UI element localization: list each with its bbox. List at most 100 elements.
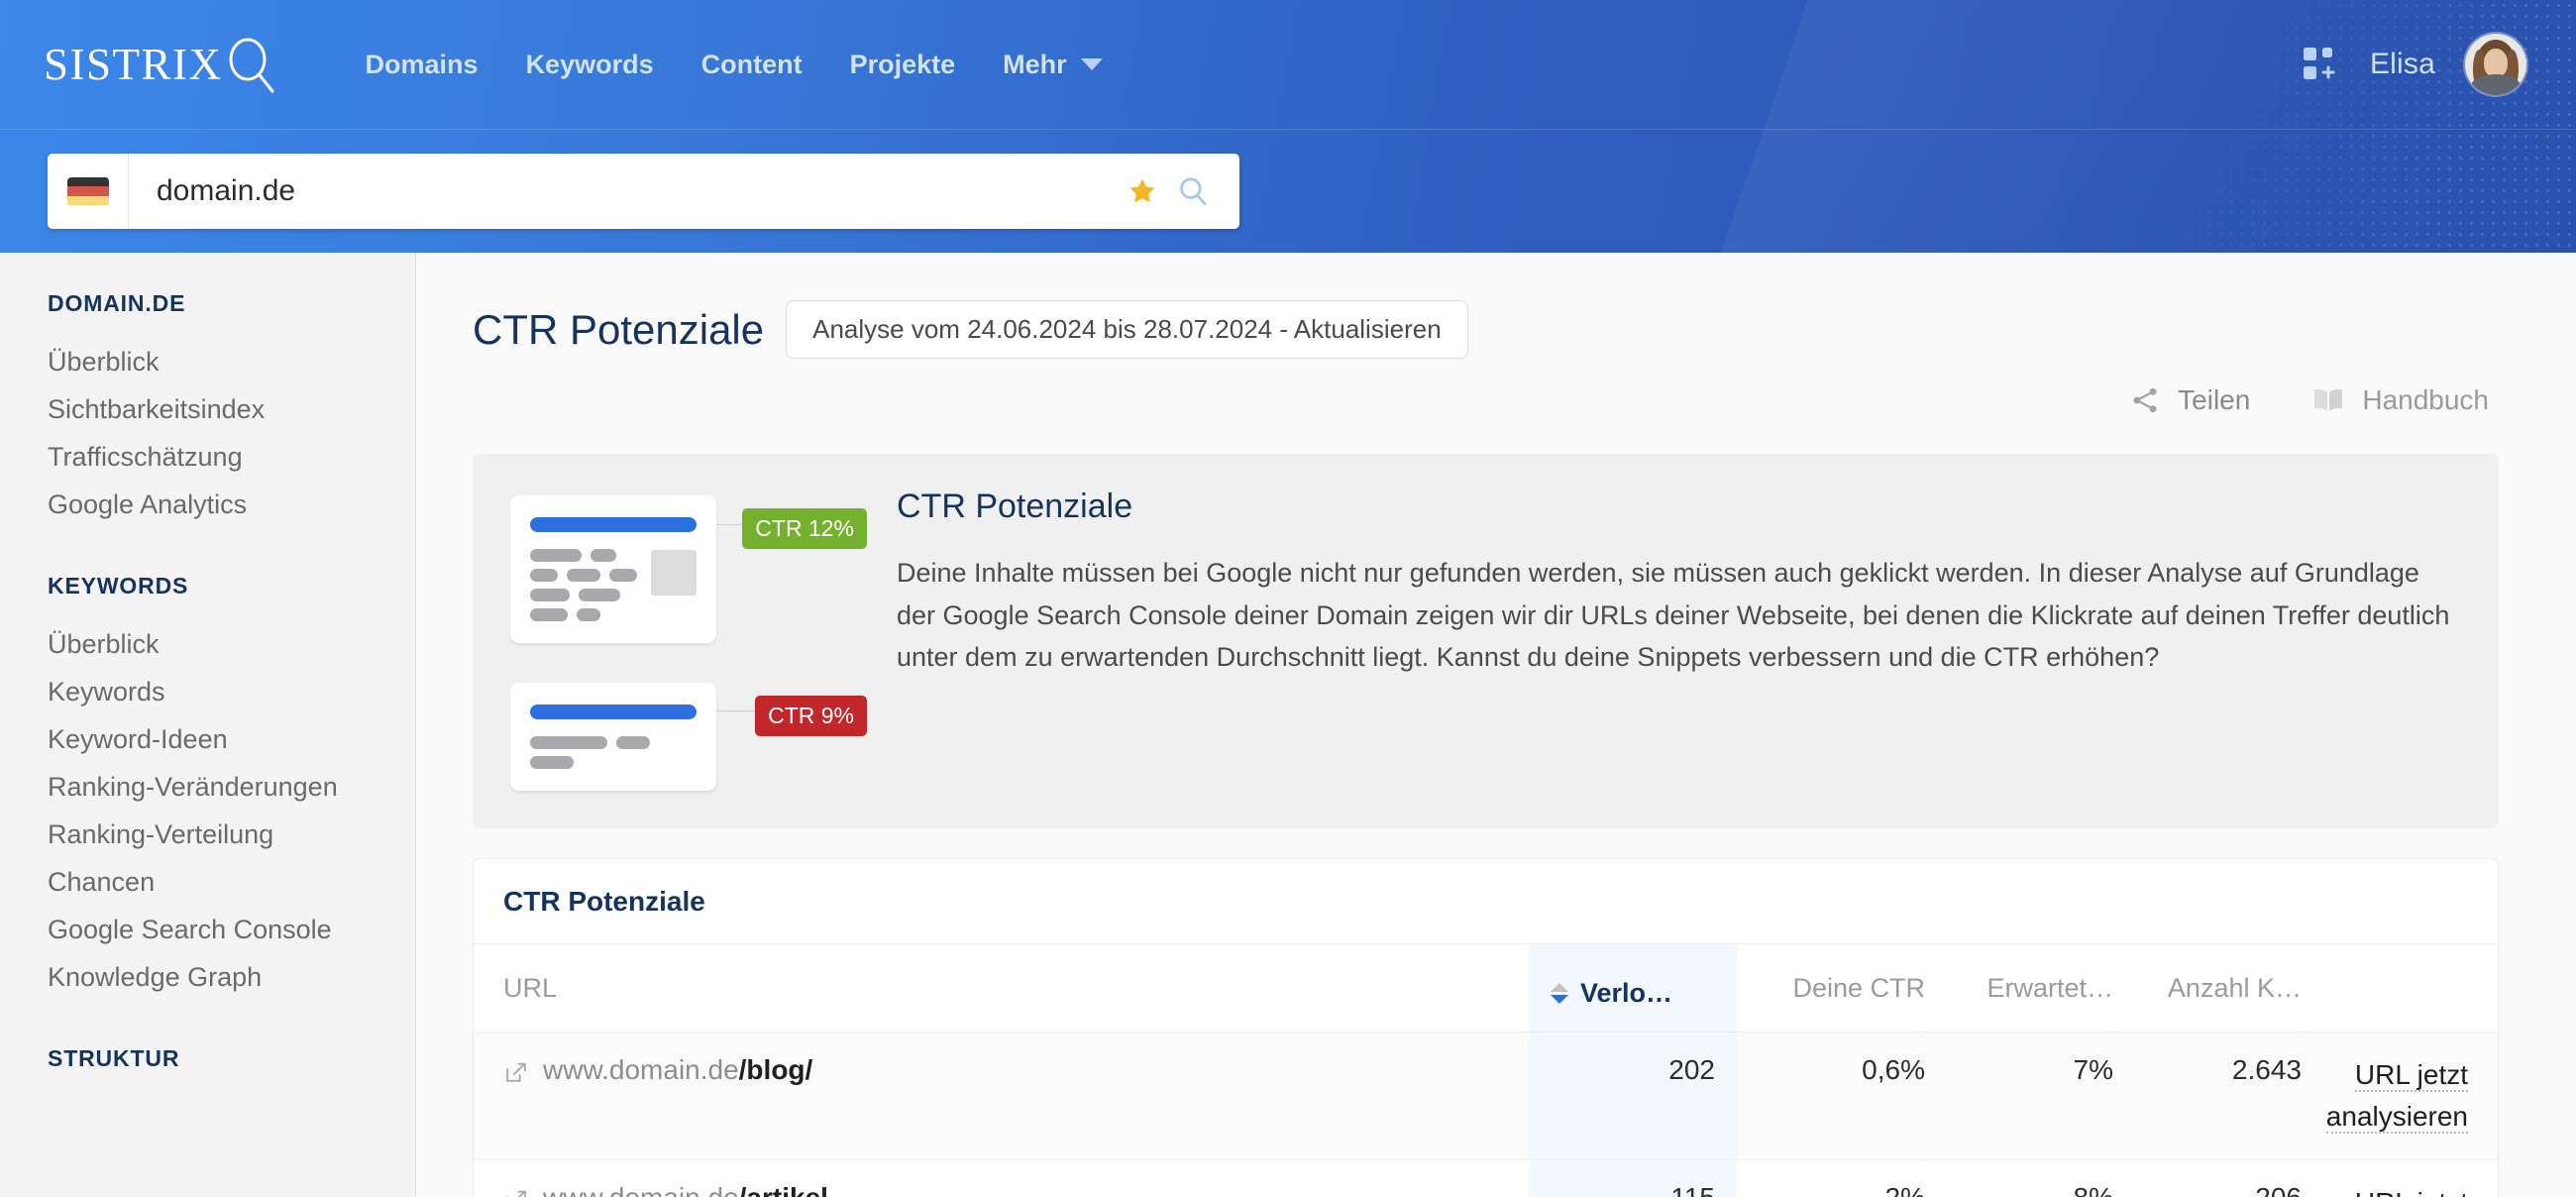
sidebar-item-google-analytics[interactable]: Google Analytics	[48, 482, 415, 529]
snippet-text-lines	[530, 549, 639, 621]
apps-grid-add-icon[interactable]	[2303, 46, 2340, 83]
info-text: CTR Potenziale Deine Inhalte müssen bei …	[877, 488, 2459, 791]
country-selector[interactable]	[48, 154, 129, 229]
sidebar-item-trafficschaetzung[interactable]: Trafficschätzung	[48, 434, 415, 482]
cell-action: URL jetzt analysieren	[2302, 1159, 2498, 1197]
page-actions: Teilen Handbuch	[473, 384, 2499, 416]
snippet-title-bar-low	[530, 705, 697, 719]
column-header-url[interactable]: URL	[474, 944, 1529, 1033]
sidebar-heading-domain: DOMAIN.DE	[48, 290, 186, 316]
nav-item-mehr[interactable]: Mehr	[979, 40, 1127, 90]
page-title-row: CTR Potenziale Analyse vom 24.06.2024 bi…	[473, 300, 2499, 359]
cell-deine-ctr: 0,6%	[1737, 1032, 1925, 1160]
main-content: CTR Potenziale Analyse vom 24.06.2024 bi…	[416, 253, 2576, 1197]
page-layout: DOMAIN.DE Überblick Sichtbarkeitsindex T…	[0, 253, 2576, 1197]
url-domain[interactable]: www.domain.de	[543, 1182, 739, 1197]
analyze-url-link[interactable]: URL jetzt analysieren	[2325, 1187, 2468, 1197]
share-nodes-icon	[2133, 387, 2157, 413]
snippet-low-ctr: CTR 9%	[510, 683, 867, 791]
brand-wordmark: SISTRIX	[44, 39, 223, 89]
snippet-high-ctr: CTR 12%	[510, 495, 867, 643]
open-book-icon	[2314, 389, 2343, 411]
date-range-button[interactable]: Analyse vom 24.06.2024 bis 28.07.2024 - …	[786, 300, 1468, 359]
url-domain[interactable]: www.domain.de	[543, 1054, 739, 1085]
manual-label: Handbuch	[2362, 384, 2489, 415]
sidebar-item-sichtbarkeitsindex[interactable]: Sichtbarkeitsindex	[48, 386, 415, 434]
sidebar-item-ueberblick-domain[interactable]: Überblick	[48, 339, 415, 386]
sidebar-item-keywords[interactable]: Keywords	[48, 669, 415, 716]
page-title: CTR Potenziale	[473, 305, 765, 353]
sort-descending-icon	[1551, 983, 1568, 1004]
cell-deine-ctr: 2%	[1737, 1159, 1925, 1197]
ctr-table-card: CTR Potenziale URL Verlo… Deine CTR Erwa…	[473, 858, 2499, 1197]
leader-line-low	[716, 710, 760, 711]
favorite-star-icon[interactable]	[1127, 175, 1158, 207]
nav-item-mehr-label: Mehr	[1003, 49, 1067, 79]
nav-item-domains[interactable]: Domains	[342, 40, 502, 90]
sidebar: DOMAIN.DE Überblick Sichtbarkeitsindex T…	[0, 253, 416, 1197]
column-header-anzahl[interactable]: Anzahl K…	[2113, 944, 2302, 1033]
avatar[interactable]	[2465, 34, 2526, 95]
nav-item-content[interactable]: Content	[678, 40, 826, 90]
navbar-right: Elisa	[2303, 34, 2536, 95]
search-icons	[1127, 154, 1239, 229]
sidebar-heading-keywords: KEYWORDS	[48, 573, 189, 598]
external-link-icon[interactable]	[503, 1188, 528, 1197]
search-row	[0, 130, 2576, 229]
badge-high-ctr: CTR 12%	[742, 508, 867, 549]
germany-flag-icon	[66, 176, 109, 206]
column-header-verlorene[interactable]: Verlo…	[1529, 944, 1737, 1033]
column-header-action	[2302, 944, 2498, 1033]
snippet-body	[530, 549, 697, 621]
external-link-icon[interactable]	[503, 1060, 528, 1085]
cell-anzahl: 206	[2113, 1159, 2302, 1197]
column-header-erwartet[interactable]: Erwartet…	[1925, 944, 2113, 1033]
cell-url: www.domain.de/artikel	[474, 1159, 1529, 1197]
table-card-title: CTR Potenziale	[474, 859, 2498, 944]
sidebar-item-google-search-console[interactable]: Google Search Console	[48, 907, 415, 954]
cell-verlorene: 115	[1529, 1159, 1737, 1197]
table-head: URL Verlo… Deine CTR Erwartet… Anzahl K…	[474, 944, 2498, 1033]
snippet-thumbnail	[651, 550, 697, 596]
sidebar-item-ranking-veraenderungen[interactable]: Ranking-Veränderungen	[48, 764, 415, 812]
ctr-illustration: CTR 12% CTR 9%	[510, 488, 877, 791]
sidebar-item-ueberblick-keywords[interactable]: Überblick	[48, 621, 415, 669]
table-body: www.domain.de/blog/ 202 0,6% 7% 2.643 UR…	[474, 1032, 2498, 1197]
sidebar-item-ranking-verteilung[interactable]: Ranking-Verteilung	[48, 812, 415, 859]
share-button[interactable]: Teilen	[2129, 384, 2250, 416]
sidebar-heading-struktur: STRUKTUR	[48, 1045, 180, 1071]
analyze-url-link[interactable]: URL jetzt analysieren	[2325, 1059, 2468, 1134]
cell-erwartet: 8%	[1925, 1159, 2113, 1197]
info-card: CTR 12% CTR 9% CTR Potenziale Deine Inha…	[473, 454, 2499, 828]
nav-item-keywords[interactable]: Keywords	[502, 40, 678, 90]
sidebar-item-chancen[interactable]: Chancen	[48, 859, 415, 907]
header-zone: SISTRIX Domains Keywords Content Projekt…	[0, 0, 2576, 253]
search-magnifier-icon[interactable]	[1176, 174, 1210, 208]
cell-erwartet: 7%	[1925, 1032, 2113, 1160]
snippet-title-bar	[530, 517, 697, 532]
url-path[interactable]: /blog/	[739, 1054, 813, 1085]
user-name-label[interactable]: Elisa	[2370, 48, 2435, 81]
info-title: CTR Potenziale	[897, 488, 1133, 525]
domain-search-box	[48, 154, 1239, 229]
chevron-down-icon	[1080, 58, 1103, 70]
badge-low-ctr: CTR 9%	[755, 696, 867, 736]
magnifier-logo-icon	[229, 38, 274, 93]
column-header-deine-ctr[interactable]: Deine CTR	[1737, 944, 1925, 1033]
sistrix-logo[interactable]: SISTRIX	[44, 33, 282, 96]
cell-anzahl: 2.643	[2113, 1032, 2302, 1160]
nav-item-projekte[interactable]: Projekte	[826, 40, 980, 90]
snippet-text-lines-low	[530, 736, 697, 769]
sidebar-item-keyword-ideen[interactable]: Keyword-Ideen	[48, 716, 415, 764]
share-label: Teilen	[2178, 384, 2251, 415]
cell-action: URL jetzt analysieren	[2302, 1032, 2498, 1160]
search-input[interactable]	[129, 154, 1127, 229]
cell-url: www.domain.de/blog/	[474, 1032, 1529, 1160]
sidebar-item-knowledge-graph[interactable]: Knowledge Graph	[48, 954, 415, 1002]
main-navbar: SISTRIX Domains Keywords Content Projekt…	[0, 0, 2576, 130]
url-path[interactable]: /artikel	[739, 1182, 828, 1197]
table-row: www.domain.de/blog/ 202 0,6% 7% 2.643 UR…	[474, 1032, 2498, 1160]
table-header-row: URL Verlo… Deine CTR Erwartet… Anzahl K…	[474, 944, 2498, 1033]
manual-button[interactable]: Handbuch	[2311, 384, 2489, 416]
navbar-links: Domains Keywords Content Projekte Mehr	[342, 40, 1127, 90]
